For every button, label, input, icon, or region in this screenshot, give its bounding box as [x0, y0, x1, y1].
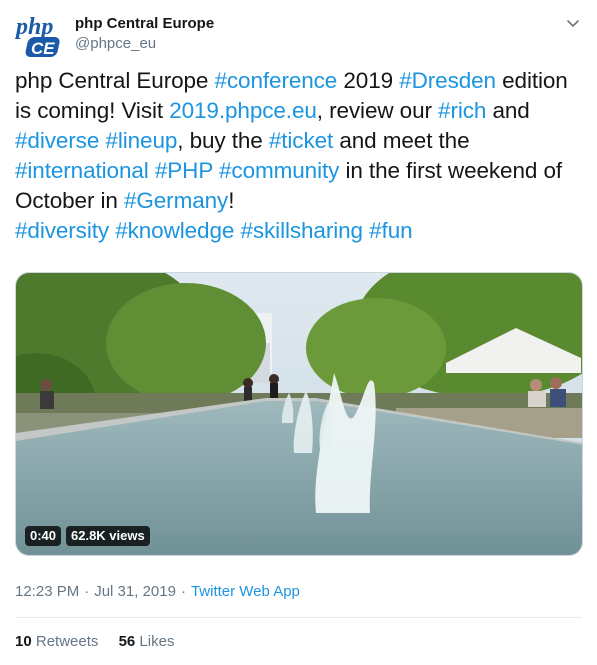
url-link[interactable]: 2019.phpce.eu — [169, 98, 317, 123]
avatar[interactable]: php CE — [15, 12, 64, 61]
tweet-line: php Central Europe #conference 2019 #Dre… — [15, 66, 585, 96]
hashtag-link[interactable]: #PHP — [155, 158, 213, 183]
video-thumbnail — [16, 273, 582, 555]
video-player[interactable]: 0:40 62.8K views — [15, 272, 583, 556]
hashtag-link[interactable]: #international — [15, 158, 149, 183]
tweet-text-segment: , review our — [316, 98, 439, 123]
meta-separator: · — [180, 583, 186, 600]
tweet-source-link[interactable]: Twitter Web App — [191, 583, 300, 600]
hashtag-link[interactable]: #community — [219, 158, 339, 183]
tweet-header: php CE php Central Europe @phpce_eu — [15, 12, 582, 61]
hashtag-link[interactable]: #conference — [214, 68, 337, 93]
hashtag-link[interactable]: #ticket — [269, 128, 333, 153]
hashtag-link[interactable]: #Germany — [124, 188, 228, 213]
chevron-down-icon[interactable] — [564, 14, 582, 32]
tweet-text-segment: ! — [228, 188, 235, 213]
video-views: 62.8K views — [66, 526, 150, 546]
hashtag-link[interactable]: #skillsharing — [240, 218, 363, 243]
logo-text-top: php — [15, 14, 53, 40]
hashtag-link[interactable]: #fun — [369, 218, 413, 243]
hashtag-link[interactable]: #knowledge — [115, 218, 234, 243]
video-duration: 0:40 — [25, 526, 62, 546]
likes-label: Likes — [139, 633, 175, 650]
author-handle[interactable]: @phpce_eu — [75, 35, 156, 52]
tweet-line: #diversity #knowledge #skillsharing #fun — [15, 216, 585, 246]
tweet-line: is coming! Visit 2019.phpce.eu, review o… — [15, 96, 585, 126]
hashtag-link[interactable]: #Dresden — [399, 68, 496, 93]
tweet-meta: 12:23 PM · Jul 31, 2019 · Twitter Web App — [15, 583, 300, 600]
divider — [15, 617, 582, 618]
tweet-line: #international #PHP #community in the fi… — [15, 156, 585, 186]
likes-count: 56 — [118, 633, 136, 650]
retweets-label: Retweets — [35, 633, 99, 650]
tweet-text-segment: edition — [495, 68, 568, 93]
tweet-text-segment: in the first weekend of — [339, 158, 563, 183]
logo-text-bottom: CE — [31, 39, 55, 58]
tweet-stats: 10 Retweets 56 Likes — [15, 633, 190, 650]
author-name[interactable]: php Central Europe — [75, 15, 214, 32]
hashtag-link[interactable]: #lineup — [105, 128, 177, 153]
hashtag-link[interactable]: #diverse — [15, 128, 99, 153]
meta-separator: · — [84, 583, 90, 600]
tweet-text-segment: , buy the — [177, 128, 269, 153]
tweet-text-segment: and meet the — [333, 128, 470, 153]
tweet-text-segment: October in — [15, 188, 124, 213]
tweet-text-segment: and — [486, 98, 530, 123]
tweet-line: October in #Germany! — [15, 186, 585, 216]
likes-stat[interactable]: 56 Likes — [119, 633, 175, 650]
tweet-text-segment: php Central Europe — [15, 68, 215, 93]
retweets-stat[interactable]: 10 Retweets — [15, 633, 98, 650]
tweet-text-segment: is coming! Visit — [15, 98, 170, 123]
tweet-time[interactable]: 12:23 PM — [15, 583, 79, 600]
tweet-text: php Central Europe #conference 2019 #Dre… — [15, 66, 585, 246]
tweet-date[interactable]: Jul 31, 2019 — [94, 583, 176, 600]
retweets-count: 10 — [15, 633, 32, 650]
hashtag-link[interactable]: #diversity — [15, 218, 109, 243]
tweet-line: #diverse #lineup, buy the #ticket and me… — [15, 126, 585, 156]
hashtag-link[interactable]: #rich — [438, 98, 486, 123]
tweet-text-segment: 2019 — [337, 68, 400, 93]
